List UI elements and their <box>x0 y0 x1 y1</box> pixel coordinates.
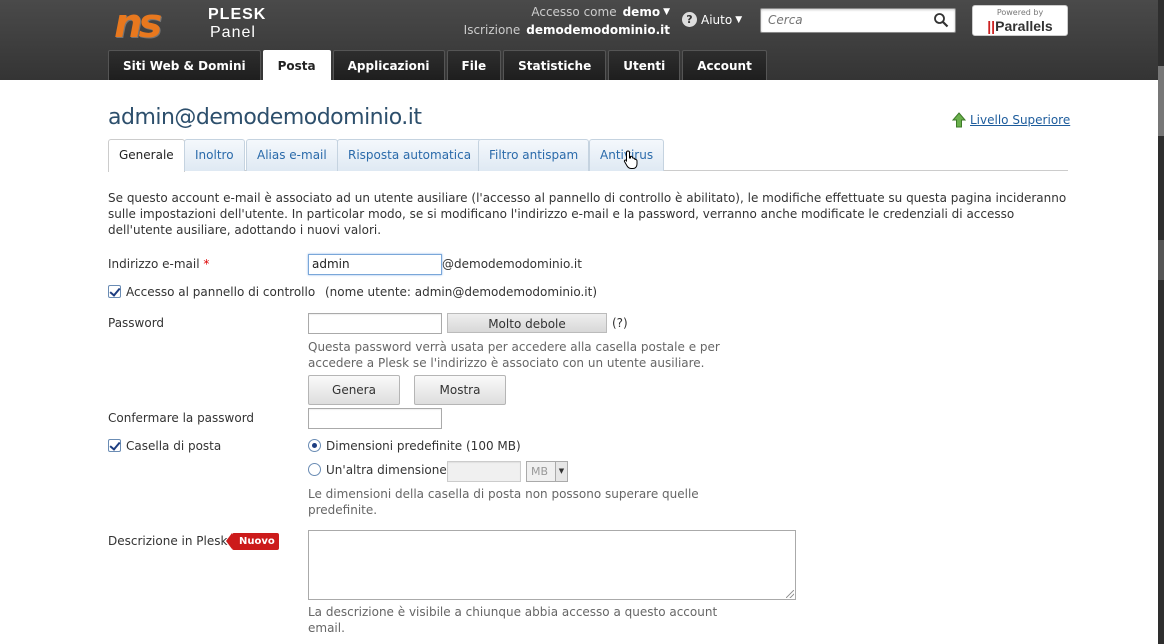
intro-text: Se questo account e-mail è associato ad … <box>108 191 1067 237</box>
subscription-label: Iscrizione <box>463 23 521 37</box>
email-label: Indirizzo e-mail <box>108 257 200 271</box>
help-label: Aiuto <box>701 12 733 27</box>
page-title: admin@demodemodominio.it <box>108 105 422 130</box>
chevron-down-icon[interactable]: ▼ <box>663 3 670 21</box>
show-button[interactable]: Mostra <box>414 375 506 405</box>
size-default-label: Dimensioni predefinite (100 MB) <box>326 439 521 453</box>
password-label: Password <box>108 316 165 330</box>
user-info: Accesso come demo ▼ Iscrizione demodemod… <box>400 3 670 39</box>
up-level-label: Livello Superiore <box>970 113 1071 127</box>
parallels-logo: ||Parallels <box>987 18 1053 34</box>
password-field[interactable] <box>308 313 442 334</box>
tab-risposta-automatica[interactable]: Risposta automatica <box>337 139 483 171</box>
search-icon[interactable] <box>933 12 949 28</box>
top-header: ns PLESK Panel Accesso come demo ▼ Iscri… <box>0 0 1164 80</box>
scrollbar-thumb[interactable] <box>1158 66 1164 136</box>
email-field[interactable]: admin <box>308 254 442 275</box>
confirm-password-field[interactable] <box>308 408 442 429</box>
subscription-value[interactable]: demodemodominio.it <box>526 21 670 39</box>
required-mark: * <box>203 257 210 271</box>
resize-grip-icon[interactable] <box>786 590 794 598</box>
size-other-label: Un'altra dimensione <box>326 463 447 477</box>
tab-applicazioni[interactable]: Applicazioni <box>332 50 445 80</box>
password-help-link[interactable]: (?) <box>612 316 628 330</box>
window-scrollbar[interactable] <box>1158 0 1164 644</box>
hand-cursor-icon <box>623 150 638 169</box>
chevron-down-icon: ▼ <box>735 14 743 25</box>
description-label: Descrizione in Plesk <box>108 534 228 548</box>
tab-inoltro[interactable]: Inoltro <box>184 139 245 171</box>
main-tabs: Siti Web & Domini Posta Applicazioni Fil… <box>108 50 769 80</box>
up-arrow-icon <box>952 112 966 128</box>
size-other-option[interactable]: Un'altra dimensione <box>308 463 447 477</box>
up-level-link[interactable]: Livello Superiore <box>952 112 1070 128</box>
confirm-password-label: Confermare la password <box>108 411 255 425</box>
tab-statistiche[interactable]: Statistiche <box>503 50 607 80</box>
size-other-field[interactable] <box>447 461 521 482</box>
tab-generale[interactable]: Generale <box>108 139 185 172</box>
search-input[interactable] <box>761 9 921 31</box>
password-hint: Questa password verrà usata per accedere… <box>308 340 720 370</box>
size-default-radio[interactable] <box>308 439 321 452</box>
help-menu[interactable]: ? Aiuto ▼ <box>682 12 742 27</box>
tab-siti-web-domini[interactable]: Siti Web & Domini <box>108 50 261 80</box>
email-domain: @demodemodominio.it <box>442 257 582 271</box>
chevron-down-icon[interactable]: ▼ <box>555 462 567 481</box>
access-user-menu[interactable]: demo <box>623 3 660 21</box>
tab-posta[interactable]: Posta <box>262 50 331 80</box>
powered-by-label: Powered by <box>996 8 1044 17</box>
size-default-option[interactable]: Dimensioni predefinite (100 MB) <box>308 439 521 453</box>
panel-access-checkbox[interactable] <box>108 285 121 298</box>
tab-utenti[interactable]: Utenti <box>608 50 681 80</box>
search-box[interactable] <box>760 8 956 33</box>
mailbox-row: Casella di posta <box>108 439 221 453</box>
email-label-wrap: Indirizzo e-mail * <box>108 257 209 271</box>
size-other-radio[interactable] <box>308 463 321 476</box>
parallels-brand: Parallels <box>995 18 1053 34</box>
help-icon: ? <box>682 12 697 27</box>
new-badge: Nuovo <box>226 533 279 550</box>
logo-word-plesk: PLESK <box>208 6 267 23</box>
logo-mark: ns <box>114 1 162 47</box>
generate-button[interactable]: Genera <box>308 375 400 405</box>
description-textarea[interactable] <box>308 530 796 600</box>
panel-access-note: (nome utente: admin@demodemodominio.it) <box>325 285 598 299</box>
password-strength-meter: Molto debole <box>447 313 607 333</box>
plesk-logo[interactable]: ns PLESK Panel <box>110 2 280 46</box>
access-label: Accesso come <box>531 5 617 19</box>
scrollbar-segment <box>1158 240 1164 280</box>
panel-access-label: Accesso al pannello di controllo <box>126 285 316 299</box>
tab-file[interactable]: File <box>446 50 502 80</box>
tab-account[interactable]: Account <box>682 50 767 80</box>
mailbox-label: Casella di posta <box>126 439 222 453</box>
size-unit-select[interactable]: MB ▼ <box>526 461 568 482</box>
description-hint: La descrizione è visibile a chiunque abb… <box>308 605 718 635</box>
size-unit-value: MB <box>531 465 549 478</box>
panel-access-row: Accesso al pannello di controllo (nome u… <box>108 285 597 299</box>
tab-filtro-antispam[interactable]: Filtro antispam <box>478 139 590 171</box>
logo-word-panel: Panel <box>210 24 256 41</box>
size-hint: Le dimensioni della casella di posta non… <box>308 487 699 517</box>
sub-tabs: Generale Inoltro Alias e-mail Risposta a… <box>108 139 1068 172</box>
tab-alias-email[interactable]: Alias e-mail <box>246 139 338 171</box>
mailbox-checkbox[interactable] <box>108 439 121 452</box>
parallels-badge[interactable]: Powered by ||Parallels <box>972 5 1068 36</box>
